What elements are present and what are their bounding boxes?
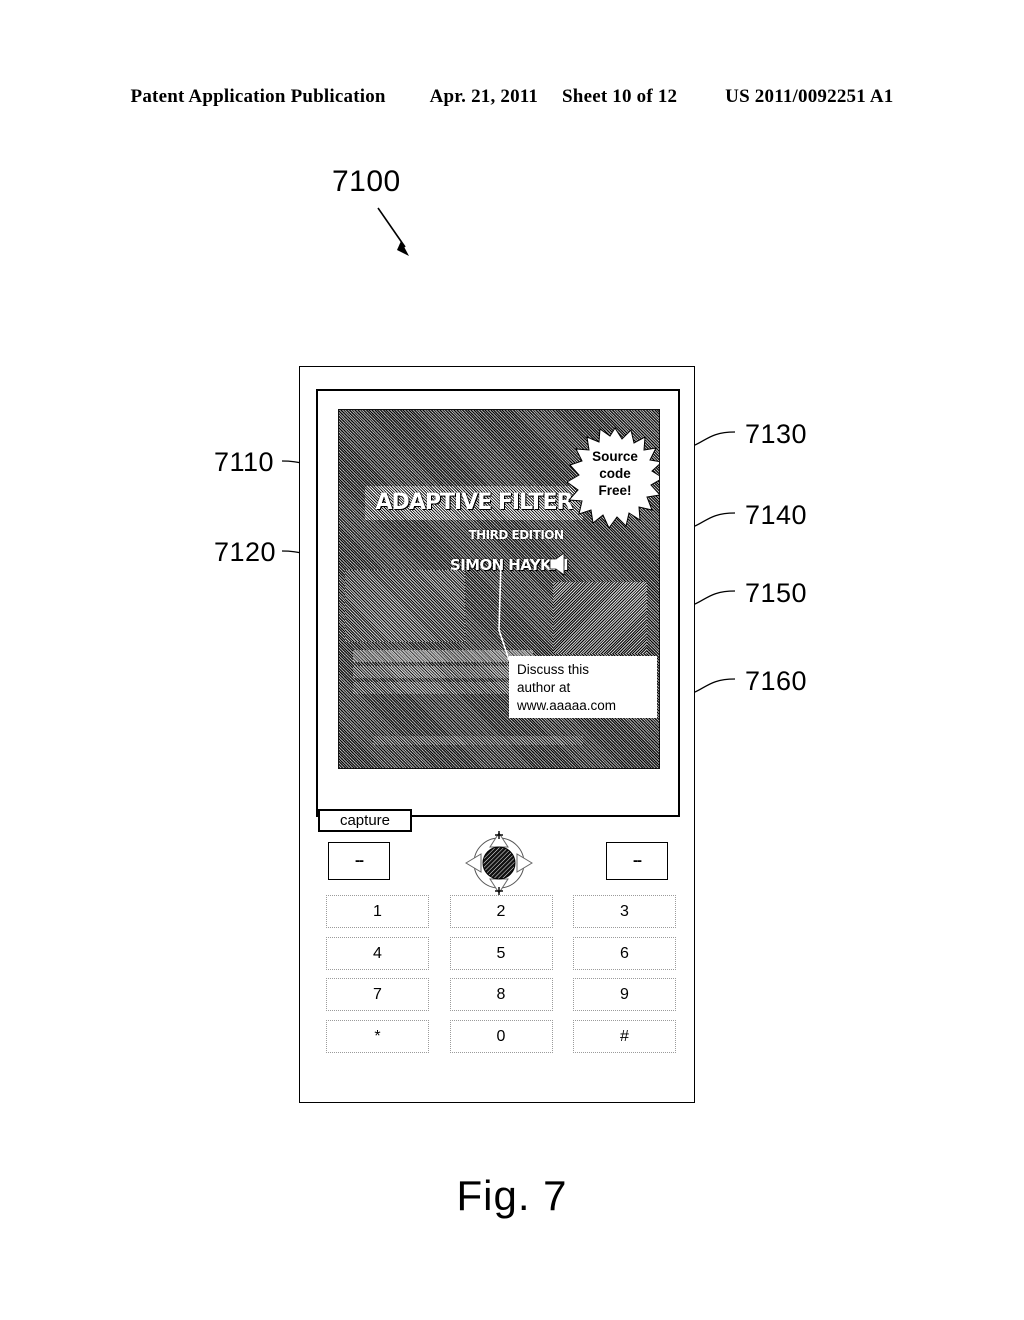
cover-footer-line [373,736,583,745]
figure-caption: Fig. 7 [456,1172,568,1219]
key-hash[interactable]: # [573,1019,676,1053]
keypad-row: 1 2 3 [326,895,676,928]
right-softkey[interactable]: -- [606,842,668,880]
right-arrow-icon [516,853,533,873]
key-star[interactable]: * [326,1019,429,1053]
key-4[interactable]: 4 [326,936,429,970]
left-softkey[interactable]: -- [328,842,390,880]
book-title: ADAPTIVE FILTER [365,486,583,520]
key-9[interactable]: 9 [573,978,676,1011]
reference-label-7110: 7110 [214,447,275,477]
left-arrow-icon [465,853,482,873]
discuss-author-callout: Discuss this author at www.aaaaa.com [509,656,657,718]
reference-label-7150: 7150 [745,578,808,608]
discuss-callout-pointer [498,560,510,661]
dpad-navigation-control[interactable] [454,829,544,897]
source-code-free-badge: Source code Free! [567,426,659,530]
key-1[interactable]: 1 [326,895,429,928]
reference-label-7100: 7100 [332,165,401,198]
header-doc-number: US 2011/0092251 A1 [725,86,894,107]
discuss-line-2: author at [517,680,571,695]
source-code-free-text: Source code Free! [567,448,659,499]
header-date: Apr. 21, 2011 [429,86,539,107]
cover-photo-right [553,582,647,654]
speaker-icon [549,552,565,576]
header-sheet: Sheet 10 of 12 [562,86,678,107]
discuss-line-3: www.aaaaa.com [517,698,617,713]
key-3[interactable]: 3 [573,895,676,928]
keypad-row: 4 5 6 [326,936,676,970]
cover-photo-left [345,570,465,642]
select-button [482,846,516,880]
captured-book-cover-image: ADAPTIVE FILTER THIRD EDITION SIMON HAYK… [338,409,660,769]
device-screen: ADAPTIVE FILTER THIRD EDITION SIMON HAYK… [316,389,680,817]
reference-arrow-7100 [377,207,409,256]
keypad-row: * 0 # [326,1019,676,1053]
page-header: Patent Application Publication Apr. 21, … [0,86,1024,108]
key-0[interactable]: 0 [449,1019,553,1053]
cover-blurb-line [353,682,513,694]
mobile-device: ADAPTIVE FILTER THIRD EDITION SIMON HAYK… [299,366,695,1103]
book-edition: THIRD EDITION [468,528,564,542]
reference-label-7160: 7160 [745,666,808,696]
capture-button[interactable]: capture [318,809,412,832]
reference-label-7130: 7130 [745,419,808,449]
starburst-line-1: Source [592,449,638,464]
starburst-line-3: Free! [598,483,632,498]
key-2[interactable]: 2 [449,895,553,928]
key-7[interactable]: 7 [326,978,429,1011]
key-8[interactable]: 8 [449,978,553,1011]
key-5[interactable]: 5 [449,936,553,970]
starburst-line-2: code [599,466,631,481]
keypad-row: 7 8 9 [326,978,676,1011]
key-6[interactable]: 6 [573,936,676,970]
reference-label-7120: 7120 [214,537,277,567]
numeric-keypad: 1 2 3 4 5 6 7 8 9 * 0 # [326,895,676,1061]
discuss-line-1: Discuss this [517,662,590,677]
reference-label-7140: 7140 [745,500,808,530]
header-publication: Patent Application Publication [130,86,386,107]
